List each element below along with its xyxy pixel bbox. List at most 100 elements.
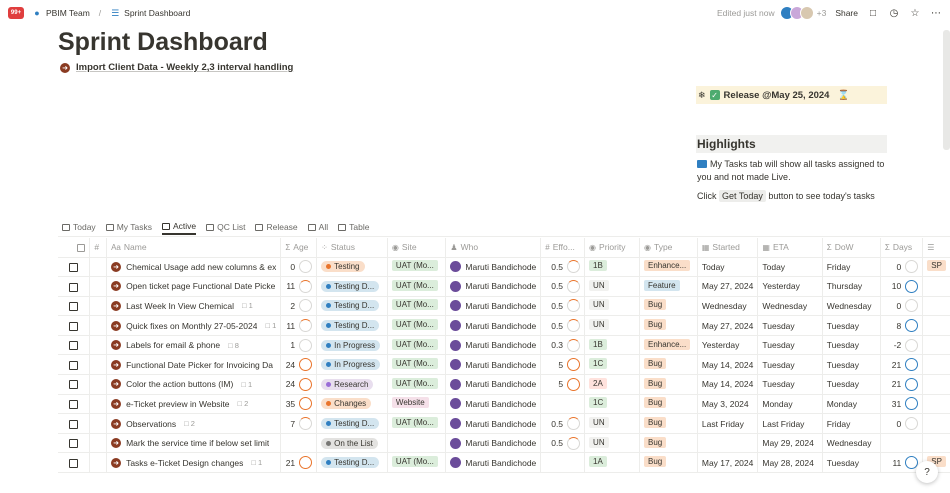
table-row[interactable]: ➜ Chemical Usage add new columns & ex 0 Tes… <box>58 257 950 278</box>
row-checkbox[interactable] <box>58 315 91 336</box>
row-checkbox[interactable] <box>58 354 91 376</box>
effort-cell[interactable]: 0.5 <box>540 315 586 336</box>
status-cell[interactable]: Testing D... <box>316 315 388 336</box>
task-name[interactable]: Tasks e-Ticket Design changes <box>126 458 243 468</box>
col-dow[interactable]: Σ DoW <box>822 238 881 258</box>
priority-cell[interactable]: 1A <box>584 452 640 474</box>
priority-cell[interactable]: UN <box>584 413 640 434</box>
col-status[interactable]: ⁘ Status <box>316 238 388 258</box>
task-name[interactable]: e-Ticket preview in Website <box>126 399 229 409</box>
site-cell[interactable] <box>387 433 447 454</box>
tab-release[interactable]: Release <box>255 219 298 235</box>
row-checkbox[interactable] <box>58 257 91 278</box>
type-cell[interactable]: Bug <box>639 374 698 395</box>
row-checkbox[interactable] <box>58 394 91 415</box>
row-checkbox[interactable] <box>58 413 91 434</box>
type-cell[interactable]: Bug <box>639 452 698 474</box>
tab-active[interactable]: Active <box>161 219 197 235</box>
started-cell[interactable]: Last Friday <box>697 413 759 434</box>
priority-cell[interactable]: UN <box>584 276 640 297</box>
table-row[interactable]: ➜ Color the action buttons (IM) □ 1 24 Resea… <box>58 374 950 395</box>
name-cell[interactable]: ➜ Labels for email & phone □ 8 <box>106 335 282 356</box>
col-who[interactable]: ♟ Who <box>445 238 542 258</box>
status-cell[interactable]: Testing D... <box>316 276 388 297</box>
help-button[interactable]: ? <box>916 461 938 483</box>
site-cell[interactable]: Website <box>387 394 447 415</box>
clock-icon[interactable]: ◷ <box>888 7 900 19</box>
row-checkbox[interactable] <box>58 276 91 297</box>
type-cell[interactable]: Bug <box>639 315 698 336</box>
started-cell[interactable]: May 27, 2024 <box>697 315 759 336</box>
who-cell[interactable]: Maruti Bandichode <box>445 374 542 395</box>
status-cell[interactable]: Changes <box>316 394 388 415</box>
table-row[interactable]: ➜ Open ticket page Functional Date Picke 1… <box>58 276 950 297</box>
type-cell[interactable]: Enhance... <box>639 335 698 356</box>
started-cell[interactable]: Today <box>697 257 759 278</box>
collaborator-avatars[interactable]: +3 <box>779 6 826 20</box>
notification-badge[interactable]: 99+ <box>8 7 24 19</box>
col-type[interactable]: ◉ Type <box>639 238 698 258</box>
table-row[interactable]: ➜ Quick fixes on Monthly 27-05-2024 □ 1 11 T… <box>58 315 950 336</box>
row-checkbox[interactable] <box>58 296 91 317</box>
name-cell[interactable]: ➜ Open ticket page Functional Date Picke <box>106 276 282 297</box>
linked-page[interactable]: ➜ Import Client Data - Weekly 2,3 interv… <box>60 62 293 73</box>
table-row[interactable]: ➜ Tasks e-Ticket Design changes □ 1 21 Testi… <box>58 452 950 474</box>
eta-cell[interactable]: Tuesday <box>757 335 823 356</box>
scrollbar[interactable] <box>943 30 950 150</box>
who-cell[interactable]: Maruti Bandichode <box>445 394 542 415</box>
started-cell[interactable]: May 3, 2024 <box>697 394 759 415</box>
site-cell[interactable]: UAT (Mo... <box>387 335 447 356</box>
eta-cell[interactable]: May 29, 2024 <box>757 433 823 454</box>
priority-cell[interactable]: 1B <box>584 257 640 278</box>
col-site[interactable]: ◉ Site <box>387 238 447 258</box>
task-name[interactable]: Color the action buttons (IM) <box>126 379 233 389</box>
type-cell[interactable]: Bug <box>639 394 698 415</box>
comment-icon[interactable]: □ <box>867 7 879 19</box>
who-cell[interactable]: Maruti Bandichode <box>445 335 542 356</box>
site-cell[interactable]: UAT (Mo... <box>387 296 447 317</box>
site-cell[interactable]: UAT (Mo... <box>387 257 447 278</box>
table-row[interactable]: ➜ Functional Date Picker for Invoicing Da… <box>58 354 950 376</box>
star-icon[interactable]: ☆ <box>909 7 921 19</box>
tab-qc-list[interactable]: QC List <box>206 219 245 235</box>
name-cell[interactable]: ➜ Functional Date Picker for Invoicing Da <box>106 354 282 376</box>
tab-table[interactable]: Table <box>338 219 369 235</box>
priority-cell[interactable]: UN <box>584 296 640 317</box>
tab-all[interactable]: All <box>307 219 328 235</box>
priority-cell[interactable]: 1C <box>584 354 640 376</box>
col-eta[interactable]: ▦ ETA <box>757 238 823 258</box>
eta-cell[interactable]: Tuesday <box>757 354 823 376</box>
table-row[interactable]: ➜ Labels for email & phone □ 8 1 In Progress… <box>58 335 950 356</box>
task-name[interactable]: Chemical Usage add new columns & ex <box>126 262 276 272</box>
priority-cell[interactable]: 1C <box>584 394 640 415</box>
started-cell[interactable] <box>697 433 759 454</box>
started-cell[interactable]: May 14, 2024 <box>697 374 759 395</box>
col-priority[interactable]: ◉ Priority <box>584 238 640 258</box>
who-cell[interactable]: Maruti Bandichode <box>445 354 542 376</box>
eta-cell[interactable]: Tuesday <box>757 374 823 395</box>
priority-cell[interactable]: UN <box>584 315 640 336</box>
effort-cell[interactable]: 0.5 <box>540 257 586 278</box>
name-cell[interactable]: ➜ Mark the service time if below set limi… <box>106 433 282 454</box>
col-more[interactable]: ☰ <box>922 238 950 258</box>
priority-cell[interactable]: UN <box>584 433 640 454</box>
who-cell[interactable]: Maruti Bandichode <box>445 296 542 317</box>
name-cell[interactable]: ➜ e-Ticket preview in Website □ 2 <box>106 394 282 415</box>
status-cell[interactable]: In Progress <box>316 354 388 376</box>
row-checkbox[interactable] <box>58 374 91 395</box>
col-effort[interactable]: # Effo... <box>540 238 586 258</box>
effort-cell[interactable]: 0.5 <box>540 296 586 317</box>
more-icon[interactable]: ⋯ <box>930 7 942 19</box>
effort-cell[interactable]: 0.3 <box>540 335 586 356</box>
name-cell[interactable]: ➜ Chemical Usage add new columns & ex <box>106 257 282 278</box>
linked-page-title[interactable]: Import Client Data - Weekly 2,3 interval… <box>76 62 293 73</box>
row-checkbox[interactable] <box>58 452 91 474</box>
name-cell[interactable]: ➜ Last Week In View Chemical □ 1 <box>106 296 282 317</box>
status-cell[interactable]: Testing D... <box>316 296 388 317</box>
priority-cell[interactable]: 2A <box>584 374 640 395</box>
site-cell[interactable]: UAT (Mo... <box>387 276 447 297</box>
task-name[interactable]: Functional Date Picker for Invoicing Da <box>126 360 273 370</box>
type-cell[interactable]: Feature <box>639 276 698 297</box>
task-name[interactable]: Last Week In View Chemical <box>126 301 234 311</box>
col-hash[interactable]: # <box>89 238 108 258</box>
